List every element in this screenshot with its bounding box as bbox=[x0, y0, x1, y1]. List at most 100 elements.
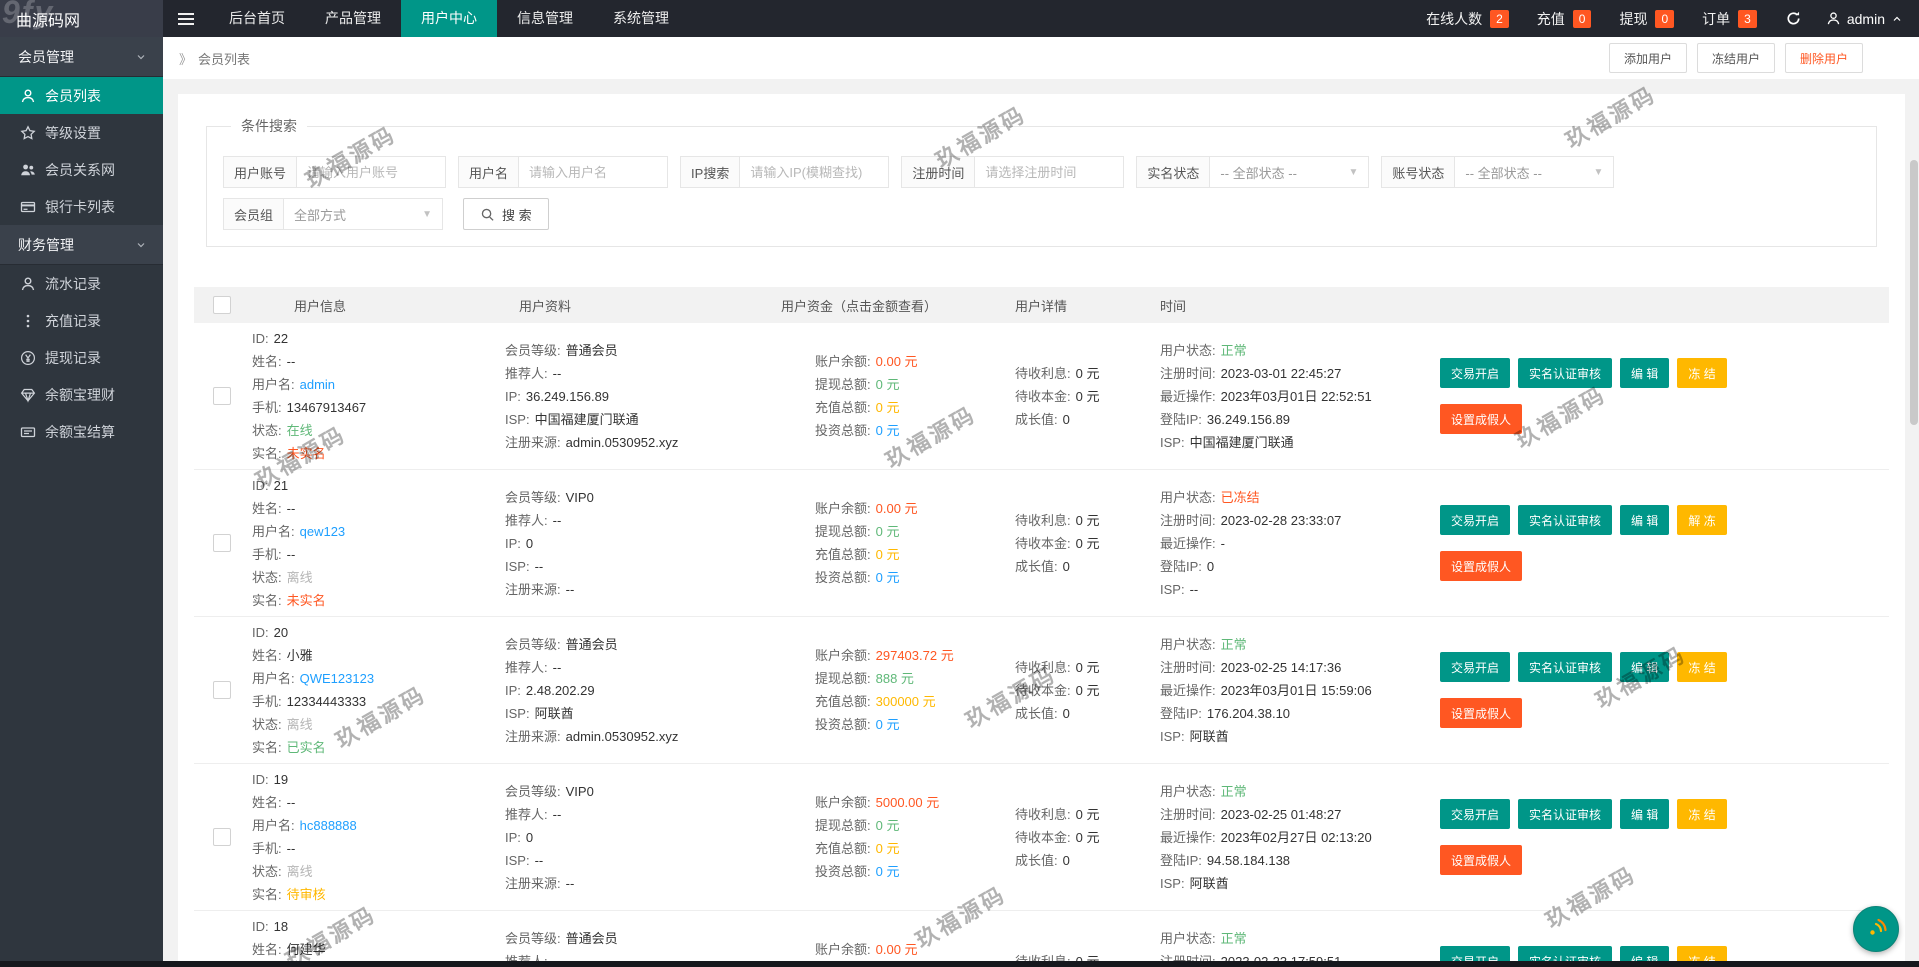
invest-link[interactable]: 0 元 bbox=[876, 713, 900, 736]
withdraw-label: 提现总额: bbox=[815, 671, 871, 686]
sidebar-item-member-list[interactable]: 会员列表 bbox=[0, 77, 163, 114]
real-label: 实名: bbox=[252, 446, 282, 461]
row-checkbox[interactable] bbox=[213, 387, 231, 405]
balance-link[interactable]: 0.00 元 bbox=[876, 350, 918, 373]
freeze-button[interactable]: 解 冻 bbox=[1677, 505, 1727, 535]
growth-label: 成长值: bbox=[1015, 852, 1058, 868]
audit-button[interactable]: 实名认证审核 bbox=[1518, 652, 1613, 682]
name-value: 何建华 bbox=[286, 942, 326, 957]
invest-link[interactable]: 0 元 bbox=[876, 419, 900, 442]
main-content: 》 会员列表 添加用户冻结用户删除用户 条件搜索 用户账号用户名IP搜索注册时间… bbox=[163, 37, 1919, 967]
sidebar-item-member-network[interactable]: 会员关系网 bbox=[0, 151, 163, 188]
stat-online[interactable]: 在线人数 2 bbox=[1426, 9, 1509, 29]
stat-recharge[interactable]: 充值 0 bbox=[1537, 9, 1592, 29]
balance-link[interactable]: 0.00 元 bbox=[876, 497, 918, 520]
username-label: 用户名: bbox=[252, 524, 295, 539]
member-group-select[interactable]: 全部方式 ▼ bbox=[283, 198, 444, 230]
sidebar-item-flow-records[interactable]: 流水记录 bbox=[0, 265, 163, 302]
menu-home[interactable]: 后台首页 bbox=[209, 0, 305, 37]
withdraw-link[interactable]: 0 元 bbox=[876, 520, 900, 543]
sidebar-item-recharge-records[interactable]: 充值记录 bbox=[0, 302, 163, 339]
table-row: ID:18姓名:何建华用户名:hjh16888手机:11111112168状态:… bbox=[194, 911, 1889, 967]
username-link[interactable]: admin bbox=[300, 373, 335, 396]
username-link[interactable]: qew123 bbox=[300, 520, 346, 543]
hamburger-menu-icon[interactable] bbox=[163, 0, 209, 37]
table-body: ID: 22 姓名: -- 用户名: admin 手机: 13467913467 状态: 在线 实名… bbox=[194, 323, 1889, 967]
row-checkbox[interactable] bbox=[213, 681, 231, 699]
balance-link[interactable]: 5000.00 元 bbox=[876, 791, 940, 814]
stat-orders[interactable]: 订单 3 bbox=[1702, 9, 1757, 29]
sidebar-item-bank-cards[interactable]: 银行卡列表 bbox=[0, 188, 163, 225]
set-fake-button[interactable]: 设置成假人 bbox=[1440, 404, 1523, 434]
account-status-select[interactable]: -- 全部状态 -- ▼ bbox=[1454, 156, 1615, 188]
isp-label: ISP: bbox=[1160, 728, 1185, 744]
freeze-button[interactable]: 冻 结 bbox=[1677, 799, 1727, 829]
ip-search-input[interactable] bbox=[739, 156, 890, 188]
dots-icon bbox=[20, 313, 36, 329]
menu-info[interactable]: 信息管理 bbox=[497, 0, 593, 37]
recharge-link[interactable]: 0 元 bbox=[876, 396, 900, 419]
invest-link[interactable]: 0 元 bbox=[876, 566, 900, 589]
audit-button[interactable]: 实名认证审核 bbox=[1518, 358, 1613, 388]
menu-system[interactable]: 系统管理 bbox=[593, 0, 689, 37]
sidebar-group-finance[interactable]: 财务管理 bbox=[0, 225, 163, 265]
audit-button[interactable]: 实名认证审核 bbox=[1518, 799, 1613, 829]
menu-products[interactable]: 产品管理 bbox=[305, 0, 401, 37]
status-value: 离线 bbox=[286, 570, 313, 585]
withdraw-link[interactable]: 888 元 bbox=[876, 667, 914, 690]
edit-button[interactable]: 编 辑 bbox=[1620, 652, 1670, 682]
trade-button[interactable]: 交易开启 bbox=[1440, 358, 1511, 388]
admin-menu[interactable]: admin bbox=[1826, 11, 1903, 27]
withdraw-link[interactable]: 0 元 bbox=[876, 814, 900, 837]
row-checkbox[interactable] bbox=[213, 534, 231, 552]
referrer-label: 推荐人: bbox=[505, 512, 548, 528]
trade-button[interactable]: 交易开启 bbox=[1440, 505, 1511, 535]
audit-button[interactable]: 实名认证审核 bbox=[1518, 505, 1613, 535]
scrollbar-thumb[interactable] bbox=[1910, 160, 1918, 425]
realname-status-select[interactable]: -- 全部状态 -- ▼ bbox=[1209, 156, 1370, 188]
recharge-link[interactable]: 0 元 bbox=[876, 543, 900, 566]
name-value: -- bbox=[286, 501, 296, 516]
freeze-button[interactable]: 冻 结 bbox=[1677, 652, 1727, 682]
freeze-button[interactable]: 冻 结 bbox=[1677, 358, 1727, 388]
freeze-user-button[interactable]: 冻结用户 bbox=[1696, 43, 1775, 73]
isp-label: ISP: bbox=[1160, 581, 1185, 597]
reg-label: 注册时间: bbox=[1160, 659, 1216, 675]
recharge-link[interactable]: 300000 元 bbox=[876, 690, 936, 713]
trade-button[interactable]: 交易开启 bbox=[1440, 799, 1511, 829]
invest-link[interactable]: 0 元 bbox=[876, 860, 900, 883]
sidebar-group-member[interactable]: 会员管理 bbox=[0, 37, 163, 77]
username-link[interactable]: hc888888 bbox=[300, 814, 357, 837]
customer-service-float-button[interactable] bbox=[1853, 906, 1899, 952]
edit-button[interactable]: 编 辑 bbox=[1620, 358, 1670, 388]
recharge-link[interactable]: 0 元 bbox=[876, 837, 900, 860]
account-input[interactable] bbox=[296, 156, 447, 188]
select-all-checkbox[interactable] bbox=[213, 296, 231, 314]
menu-user-center[interactable]: 用户中心 bbox=[401, 0, 497, 37]
username-link[interactable]: QWE123123 bbox=[300, 667, 374, 690]
sidebar-item-yuebao-invest[interactable]: 余额宝理财 bbox=[0, 376, 163, 413]
username-input[interactable] bbox=[518, 156, 669, 188]
row-checkbox[interactable] bbox=[213, 828, 231, 846]
balance-link[interactable]: 0.00 元 bbox=[876, 938, 918, 961]
withdraw-link[interactable]: 0 元 bbox=[876, 373, 900, 396]
delete-user-button[interactable]: 删除用户 bbox=[1784, 43, 1863, 73]
trade-button[interactable]: 交易开启 bbox=[1440, 652, 1511, 682]
reg-time-input[interactable] bbox=[974, 156, 1125, 188]
set-fake-button[interactable]: 设置成假人 bbox=[1440, 698, 1523, 728]
add-user-button[interactable]: 添加用户 bbox=[1608, 43, 1687, 73]
balance-link[interactable]: 297403.72 元 bbox=[876, 644, 954, 667]
stat-withdraw[interactable]: 提现 0 bbox=[1619, 9, 1675, 29]
refresh-icon[interactable] bbox=[1785, 10, 1802, 27]
edit-button[interactable]: 编 辑 bbox=[1620, 799, 1670, 829]
sidebar-item-yuebao-settle[interactable]: 余额宝结算 bbox=[0, 413, 163, 450]
recharge-label: 充值总额: bbox=[815, 547, 871, 562]
reg-value: 2023-02-25 01:48:27 bbox=[1220, 806, 1342, 822]
search-button[interactable]: 搜 索 bbox=[463, 198, 549, 230]
edit-button[interactable]: 编 辑 bbox=[1620, 505, 1670, 535]
sidebar-item-withdraw-records[interactable]: 提现记录 bbox=[0, 339, 163, 376]
sidebar-group-label: 财务管理 bbox=[18, 236, 74, 253]
set-fake-button[interactable]: 设置成假人 bbox=[1440, 551, 1523, 581]
set-fake-button[interactable]: 设置成假人 bbox=[1440, 845, 1523, 875]
sidebar-item-level-settings[interactable]: 等级设置 bbox=[0, 114, 163, 151]
